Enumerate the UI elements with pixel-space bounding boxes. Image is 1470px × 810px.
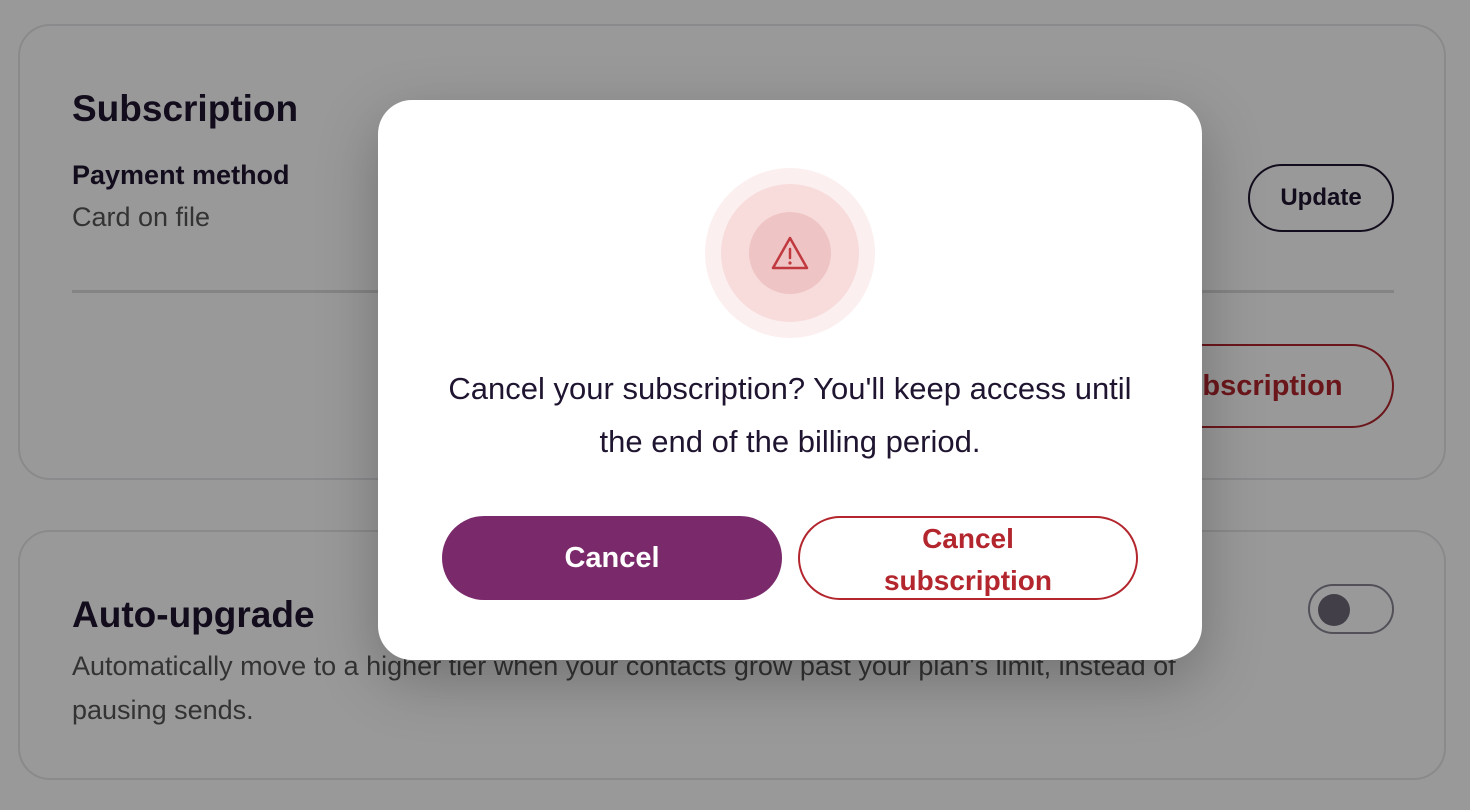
- warning-icon-badge: [749, 212, 831, 294]
- dialog-message: Cancel your subscription? You'll keep ac…: [448, 371, 1132, 459]
- warning-triangle-icon: [771, 236, 809, 270]
- dialog-confirm-cancel-subscription-button[interactable]: Cancel subscription: [798, 516, 1138, 600]
- warning-icon-ring: [721, 184, 859, 322]
- warning-icon-halo: [705, 168, 875, 338]
- settings-page: Subscription Payment method Card on file…: [0, 0, 1470, 810]
- cancel-subscription-dialog: Cancel your subscription? You'll keep ac…: [378, 100, 1202, 660]
- dialog-cancel-button[interactable]: Cancel: [442, 516, 782, 600]
